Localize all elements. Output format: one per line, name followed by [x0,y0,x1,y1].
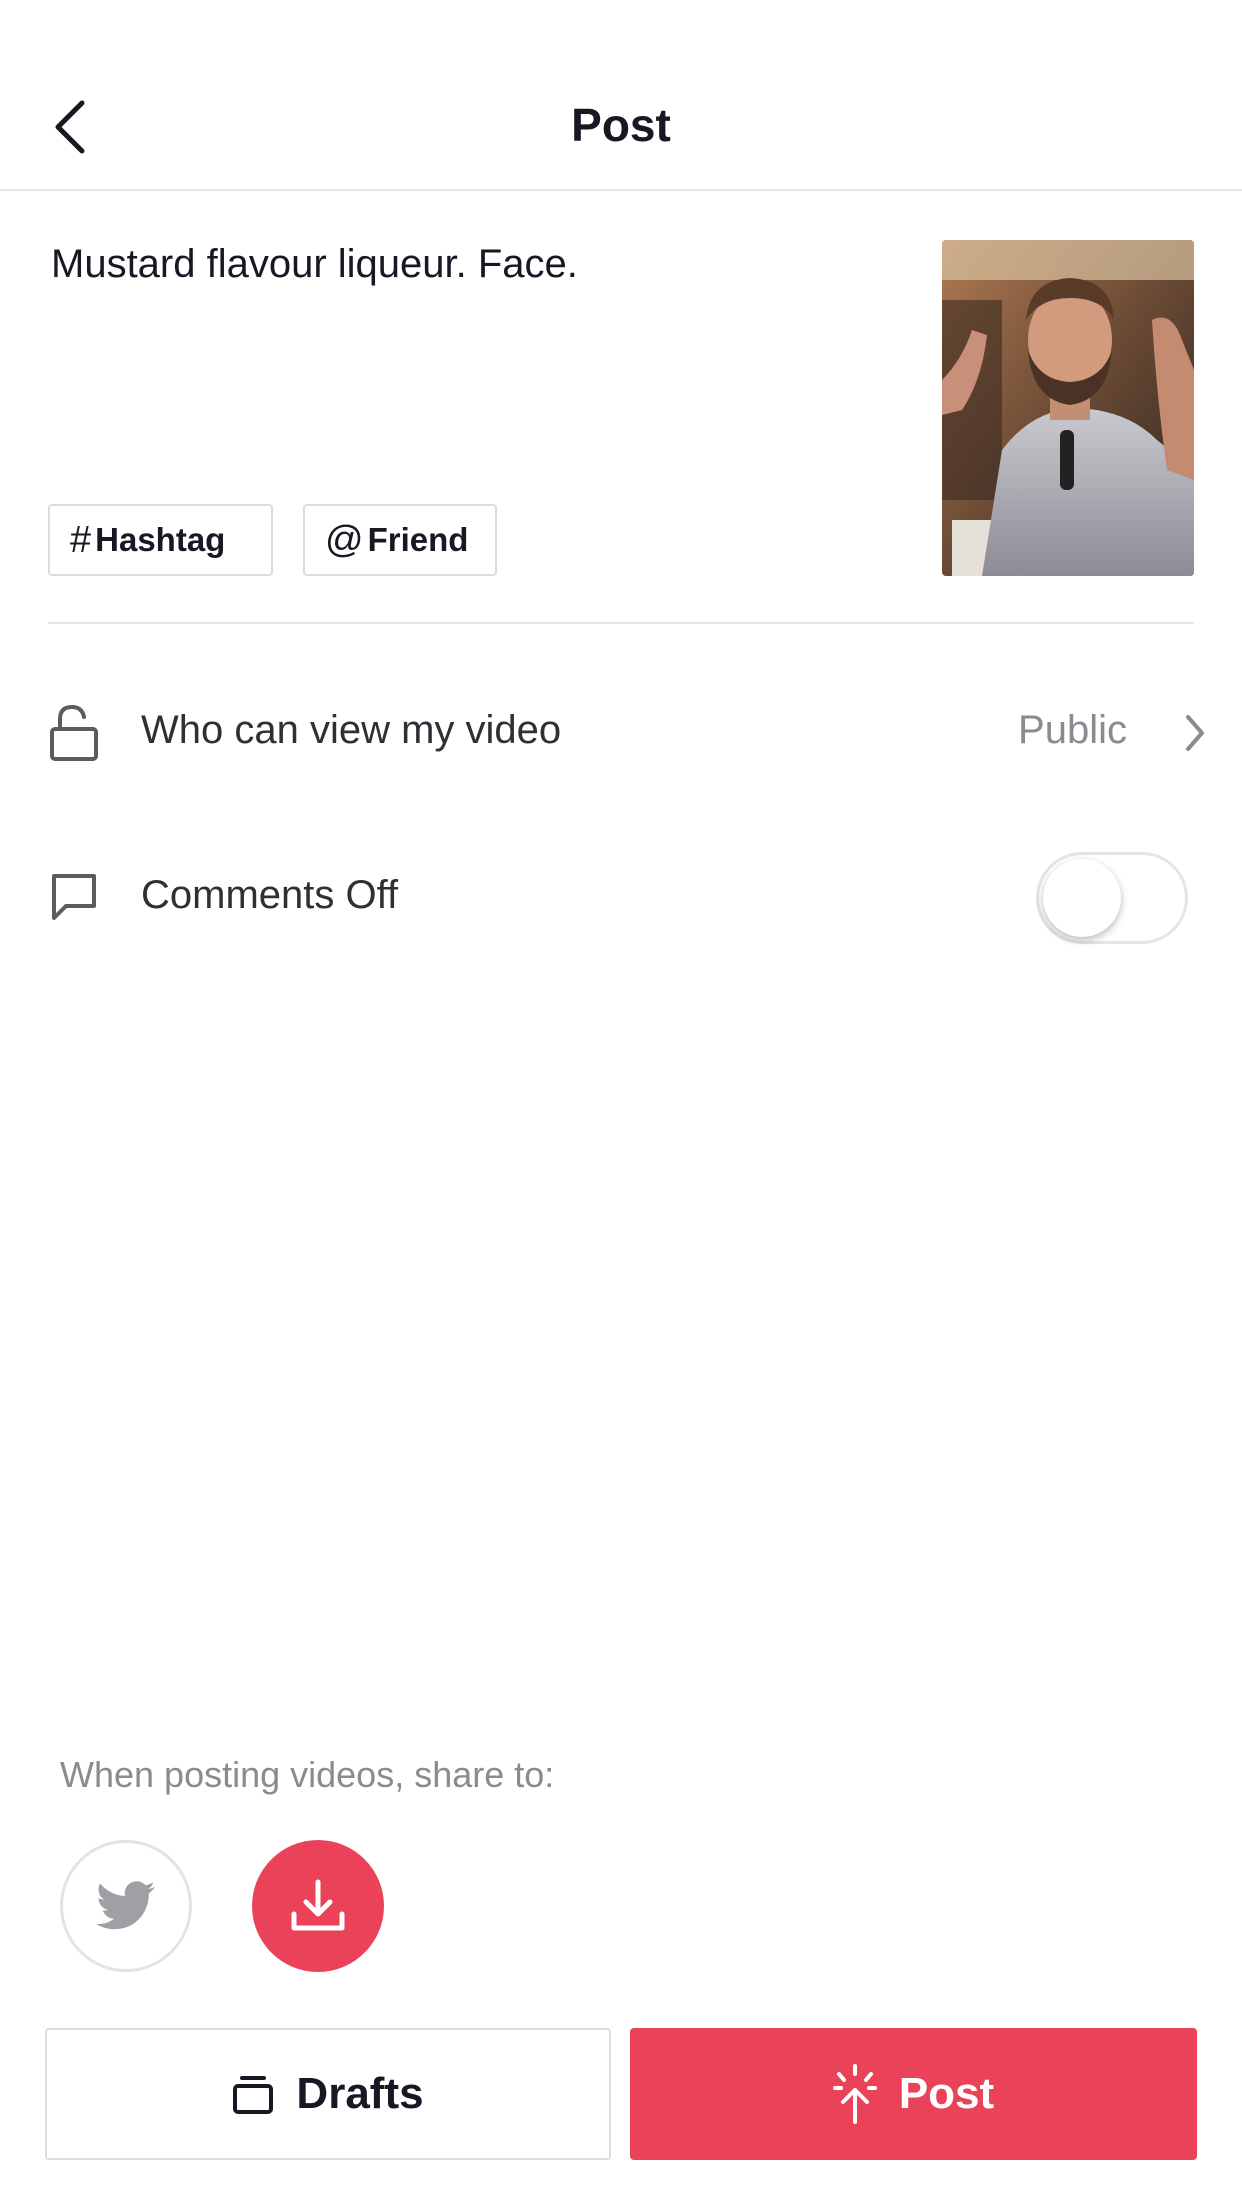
hashtag-icon: # [70,518,92,561]
post-label: Post [898,2069,995,2118]
share-twitter-button[interactable] [60,1840,192,1972]
download-icon [291,1879,345,1931]
post-button[interactable]: Post [630,2028,1197,2160]
comments-toggle[interactable] [1036,852,1188,944]
privacy-value: Public [1018,708,1127,752]
friend-label: Friend [367,521,469,558]
hashtag-button[interactable]: # Hashtag [48,504,273,576]
drafts-icon [233,2076,274,2114]
save-to-device-button[interactable] [252,1840,384,1972]
unlock-icon [50,704,98,761]
caption-input[interactable]: Mustard flavour liqueur. Face. [51,242,578,287]
comment-icon [52,874,96,920]
mention-friend-button[interactable]: @ Friend [303,504,497,576]
comments-setting-row: Comments Off [0,842,1242,952]
page-title: Post [571,99,671,151]
share-label: When posting videos, share to: [60,1754,555,1795]
top-bar: Post [0,0,1242,191]
twitter-icon [96,1881,155,1930]
chevron-right-icon [1186,715,1204,751]
privacy-label: Who can view my video [141,708,562,752]
divider [48,622,1194,624]
drafts-button[interactable]: Drafts [45,2028,611,2160]
video-thumbnail[interactable] [942,240,1194,576]
at-icon: @ [325,518,364,561]
toggle-knob [1043,859,1121,937]
post-sparkle-icon [832,2064,877,2124]
hashtag-label: Hashtag [95,521,226,558]
comments-label: Comments Off [141,873,399,917]
privacy-setting-row[interactable]: Who can view my video Public [0,677,1242,787]
drafts-label: Drafts [296,2069,424,2118]
